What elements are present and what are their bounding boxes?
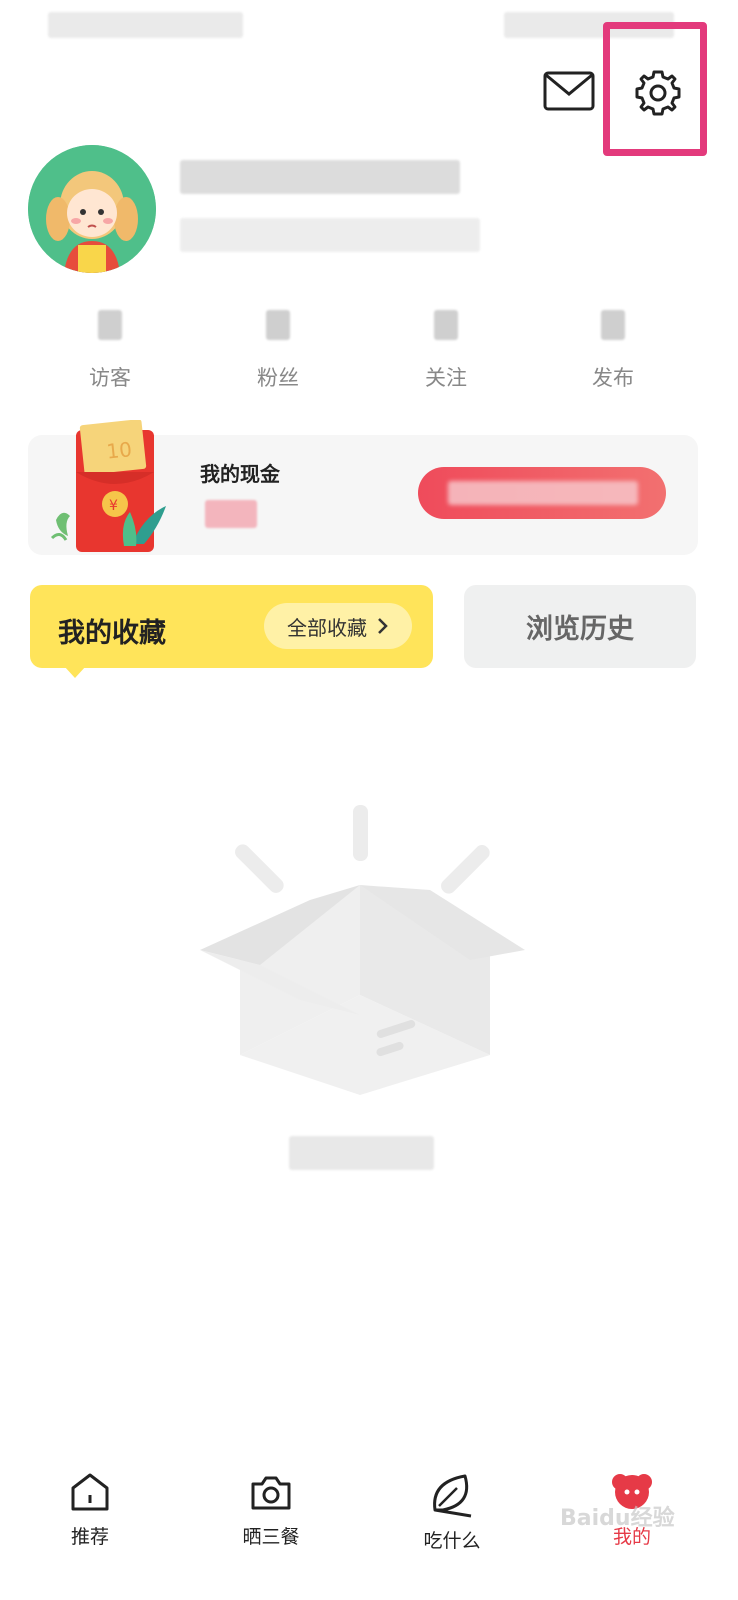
chevron-right-icon <box>378 618 388 634</box>
stat-number-blurred <box>434 310 458 340</box>
stat-following[interactable]: 关注 <box>386 310 506 392</box>
nav-item-meals[interactable]: 晒三餐 <box>211 1470 331 1549</box>
tab-history[interactable]: 浏览历史 <box>464 585 696 668</box>
username-blurred <box>180 160 460 194</box>
nav-item-what-to-eat[interactable]: 吃什么 <box>392 1470 512 1553</box>
withdraw-button-label-blurred <box>448 481 638 505</box>
status-bar-left <box>48 12 243 38</box>
stat-label: 访客 <box>89 366 131 390</box>
nav-label: 晒三餐 <box>242 1526 300 1548</box>
cash-amount-blurred <box>205 500 257 528</box>
gear-icon[interactable] <box>633 68 683 118</box>
stat-fans[interactable]: 粉丝 <box>218 310 338 392</box>
watermark: Baidu经验 <box>560 1506 675 1531</box>
stat-label: 关注 <box>425 366 467 390</box>
tab-pointer <box>64 666 86 678</box>
stat-number-blurred <box>266 310 290 340</box>
favorites-title: 我的收藏 <box>58 618 166 649</box>
user-subtitle-blurred <box>180 218 480 252</box>
withdraw-button[interactable] <box>418 467 666 519</box>
tab-favorites[interactable]: 我的收藏 全部收藏 <box>30 585 433 668</box>
history-label: 浏览历史 <box>526 614 634 645</box>
cash-title: 我的现金 <box>200 462 280 486</box>
stat-visitors[interactable]: 访客 <box>50 310 170 392</box>
nav-label: 推荐 <box>70 1526 109 1548</box>
stat-posts[interactable]: 发布 <box>553 310 673 392</box>
empty-box-icon <box>200 805 525 1095</box>
all-favorites-label: 全部收藏 <box>287 615 367 640</box>
stat-label: 发布 <box>592 366 634 390</box>
home-icon <box>71 1473 109 1511</box>
stat-number-blurred <box>601 310 625 340</box>
all-favorites-button[interactable]: 全部收藏 <box>264 603 412 649</box>
nav-label: 吃什么 <box>423 1530 481 1552</box>
avatar[interactable] <box>28 145 156 273</box>
bottom-nav: 推荐 晒三餐 吃什么 我的 <box>0 1470 738 1600</box>
svg-text:¥: ¥ <box>109 498 118 514</box>
stat-number-blurred <box>98 310 122 340</box>
stats-row: 访客 粉丝 关注 发布 <box>28 310 710 400</box>
stat-label: 粉丝 <box>257 366 299 390</box>
nav-item-recommend[interactable]: 推荐 <box>30 1470 150 1549</box>
red-packet-icon: 10 ¥ <box>50 420 166 552</box>
camera-icon <box>251 1476 291 1510</box>
empty-message-blurred <box>289 1136 434 1170</box>
mail-icon[interactable] <box>543 70 595 112</box>
leaf-icon <box>433 1474 472 1518</box>
svg-text:10: 10 <box>105 437 133 464</box>
